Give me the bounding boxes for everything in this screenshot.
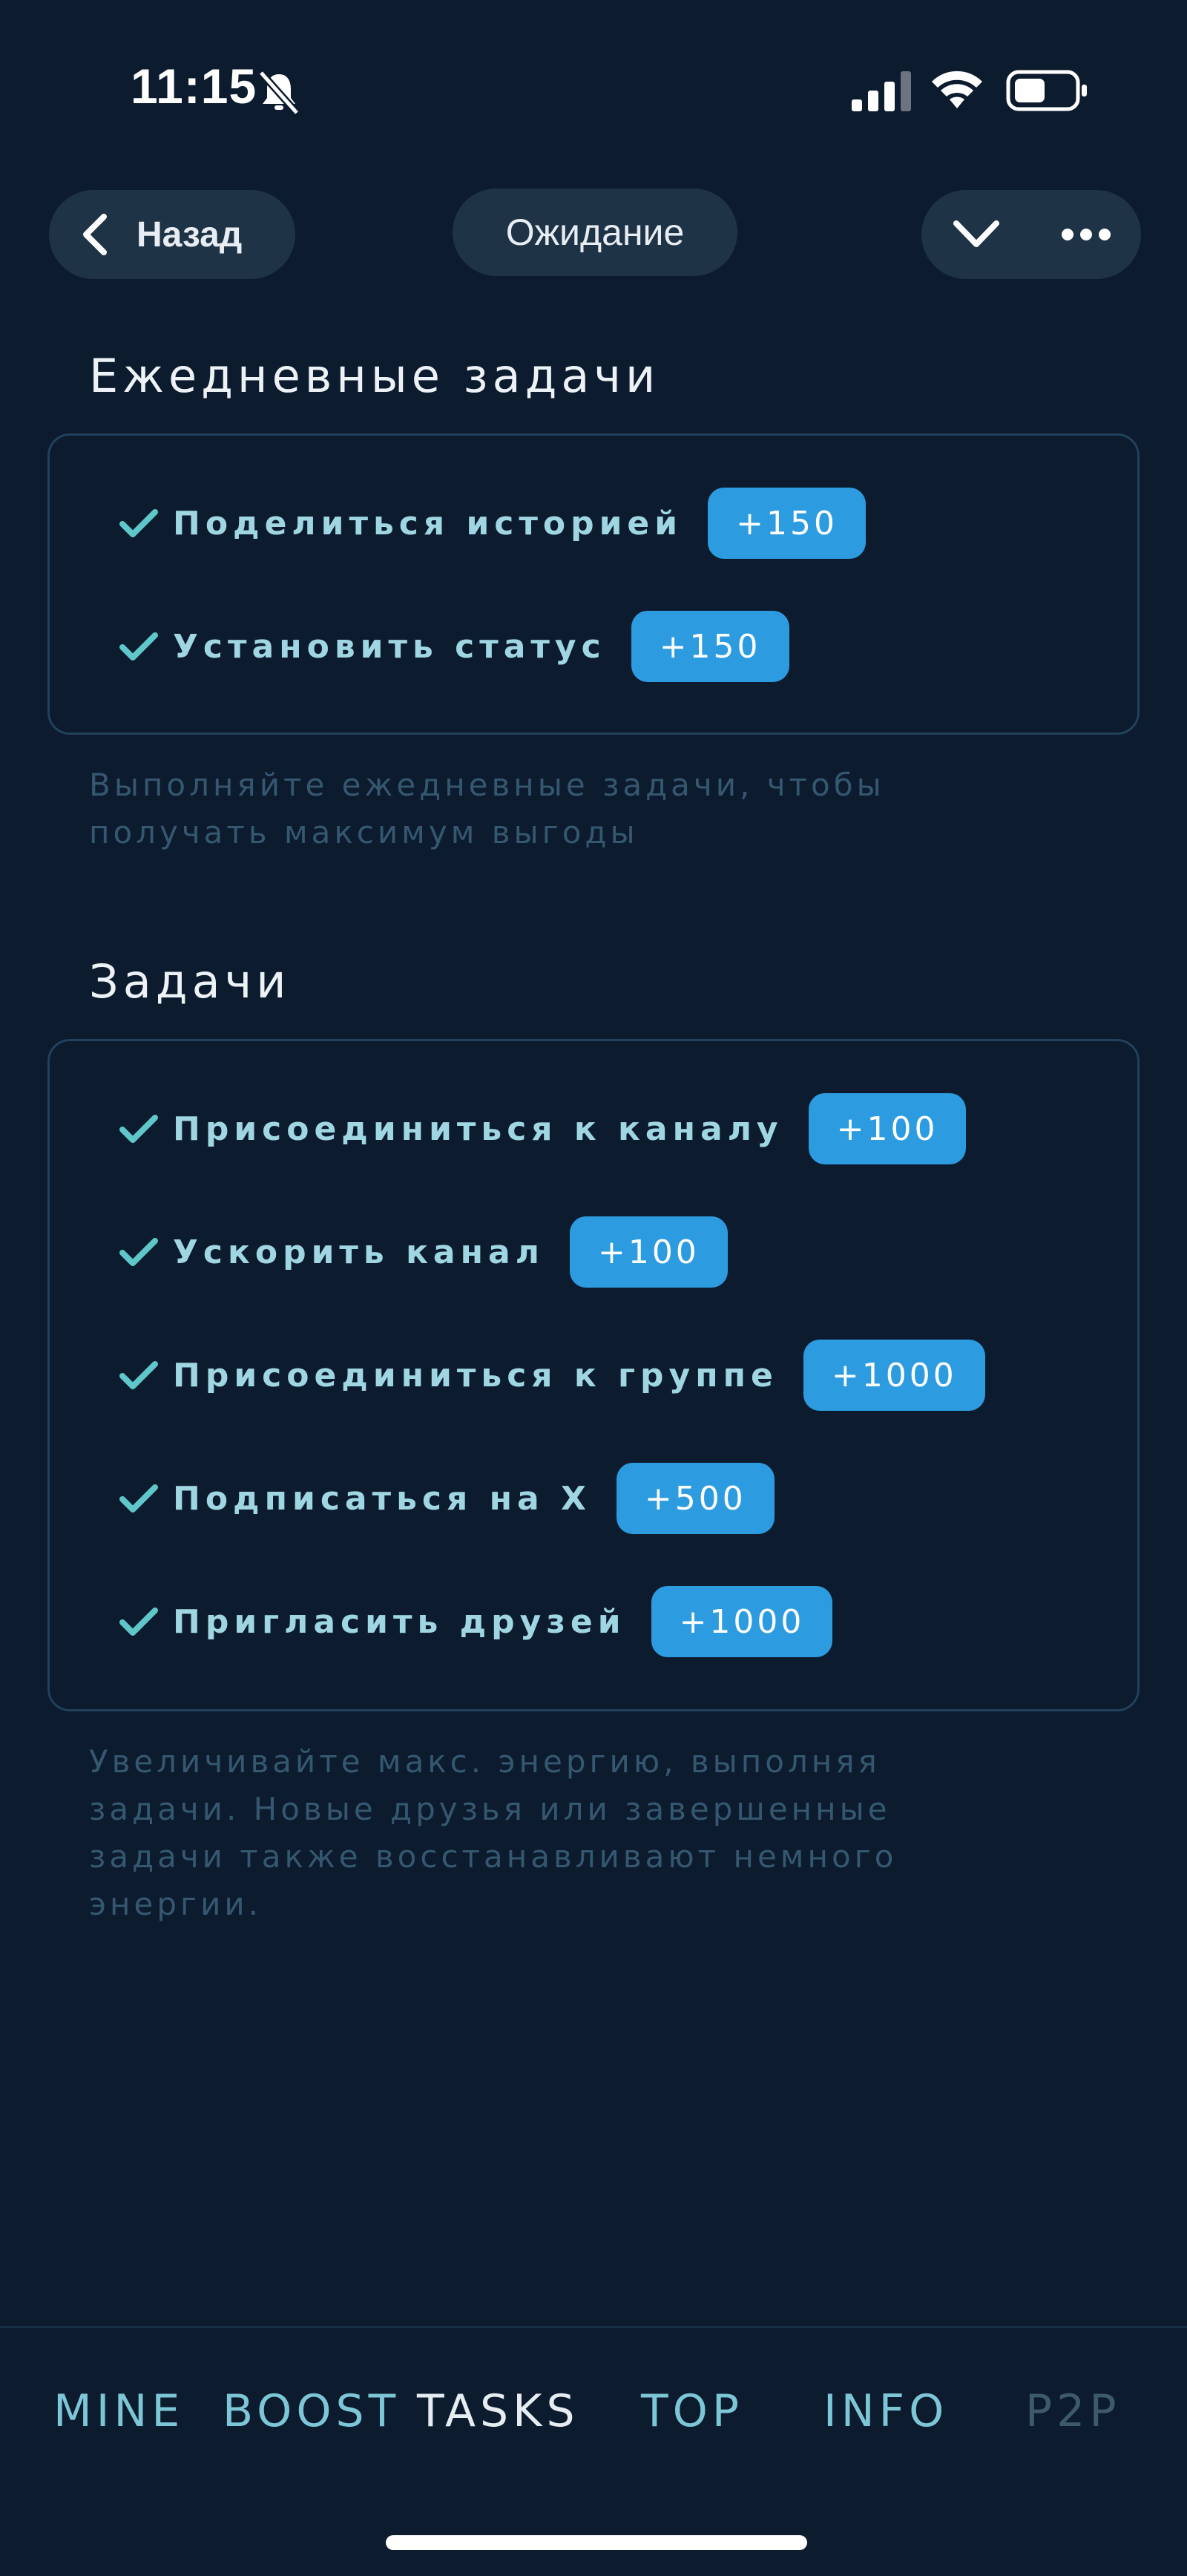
task-item[interactable]: Ускорить канал +100 — [118, 1216, 728, 1288]
back-label: Назад — [137, 214, 243, 255]
nav-item-mine[interactable]: MINE — [53, 2385, 184, 2437]
task-item[interactable]: Присоединиться к группе +1000 — [118, 1340, 985, 1411]
back-button[interactable]: Назад — [49, 190, 295, 279]
bell-slash-icon — [258, 70, 300, 116]
tasks-hint: Увеличивайте макс. энергию, выполняя зад… — [89, 1743, 898, 1922]
daily-tasks-hint: Выполняйте ежедневные задачи, чтобы полу… — [89, 767, 885, 851]
tasks-title: Задачи — [89, 954, 291, 1009]
task-label: Подписаться на X — [173, 1479, 591, 1518]
chevron-left-icon — [83, 214, 107, 255]
nav-item-info[interactable]: INFO — [823, 2385, 948, 2437]
reward-badge: +500 — [616, 1463, 775, 1534]
task-label: Поделиться историей — [173, 504, 683, 543]
task-label: Присоединиться к группе — [173, 1356, 778, 1394]
reward-badge: +150 — [708, 488, 866, 559]
battery-icon — [1006, 70, 1087, 111]
reward-badge: +1000 — [651, 1586, 833, 1657]
daily-task-item[interactable]: Установить статус +150 — [118, 611, 789, 682]
check-icon — [119, 1238, 158, 1266]
check-icon — [119, 1607, 158, 1636]
chevron-down-icon[interactable] — [950, 217, 1002, 252]
nav-item-p2p[interactable]: P2P — [1025, 2385, 1121, 2437]
reward-badge: +150 — [631, 611, 789, 682]
nav-item-top[interactable]: TOP — [641, 2385, 743, 2437]
nav-divider — [0, 2326, 1187, 2328]
check-icon — [119, 1115, 158, 1143]
reward-badge: +1000 — [803, 1340, 985, 1411]
home-indicator — [386, 2535, 807, 2550]
task-label: Пригласить друзей — [173, 1602, 626, 1641]
reward-badge: +100 — [808, 1093, 967, 1164]
check-icon — [119, 1484, 158, 1513]
task-label: Установить статус — [173, 627, 606, 666]
task-label: Присоединиться к каналу — [173, 1110, 783, 1148]
daily-tasks-card: Поделиться историей +150 Установить стат… — [47, 433, 1140, 735]
task-item[interactable]: Присоединиться к каналу +100 — [118, 1093, 967, 1164]
more-dots-icon[interactable] — [1060, 227, 1112, 242]
status-pill: Ожидание — [453, 189, 737, 276]
status-bar: 11:15 — [0, 0, 1187, 178]
cellular-signal-icon — [852, 71, 911, 111]
check-icon — [119, 1361, 158, 1389]
task-item[interactable]: Подписаться на X +500 — [118, 1463, 775, 1534]
task-label: Ускорить канал — [173, 1233, 545, 1271]
tasks-card: Присоединиться к каналу +100 Ускорить ка… — [47, 1039, 1140, 1711]
check-icon — [119, 509, 158, 537]
wifi-icon — [932, 71, 982, 108]
daily-tasks-title: Ежедневные задачи — [89, 349, 660, 403]
check-icon — [119, 632, 158, 661]
status-time: 11:15 — [131, 59, 257, 114]
daily-task-item[interactable]: Поделиться историей +150 — [118, 488, 866, 559]
nav-item-tasks[interactable]: TASKS — [417, 2385, 579, 2437]
task-item[interactable]: Пригласить друзей +1000 — [118, 1586, 833, 1657]
menu-pill — [921, 190, 1141, 279]
reward-badge: +100 — [569, 1216, 728, 1288]
nav-item-boost[interactable]: BOOST — [223, 2385, 400, 2437]
